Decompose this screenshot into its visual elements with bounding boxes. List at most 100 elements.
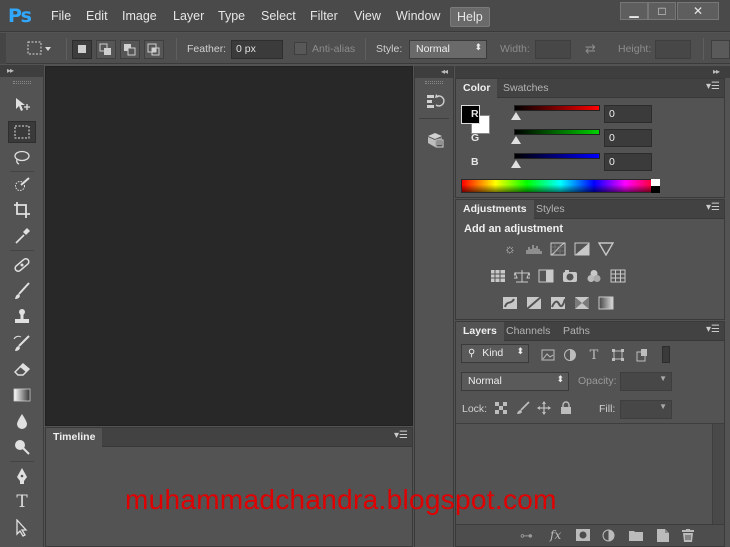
- path-selection-tool[interactable]: [8, 517, 36, 539]
- link-layers-icon[interactable]: ⊶: [520, 528, 533, 544]
- selective-color-icon[interactable]: [574, 295, 590, 310]
- filter-kind-select[interactable]: ⚲ Kind ⬍: [461, 344, 529, 363]
- tab-paths[interactable]: Paths: [556, 322, 597, 341]
- panels-collapse-icon[interactable]: ▸▸: [455, 66, 730, 78]
- eyedropper-tool[interactable]: [8, 225, 36, 247]
- tab-color[interactable]: Color: [456, 79, 498, 98]
- menu-type[interactable]: Type: [218, 9, 245, 23]
- marquee-preset-icon[interactable]: [27, 40, 51, 59]
- dodge-tool[interactable]: [8, 436, 36, 458]
- red-value-field[interactable]: 0: [604, 105, 652, 123]
- filter-adjustment-layers-icon[interactable]: [562, 347, 578, 363]
- eraser-tool[interactable]: [8, 358, 36, 380]
- layers-scrollbar[interactable]: [712, 424, 724, 524]
- new-layer-icon[interactable]: [657, 529, 669, 545]
- menu-layer[interactable]: Layer: [173, 9, 204, 23]
- green-slider-thumb[interactable]: [511, 136, 521, 144]
- style-select[interactable]: Normal ⬍: [409, 40, 487, 59]
- delete-layer-icon[interactable]: [682, 529, 694, 545]
- maximize-button[interactable]: □: [648, 2, 676, 20]
- threshold-icon[interactable]: [550, 295, 566, 310]
- tab-styles[interactable]: Styles: [529, 200, 572, 219]
- minimize-button[interactable]: ▁: [620, 2, 648, 20]
- pen-tool[interactable]: [8, 465, 36, 487]
- lock-transparent-pixels-icon[interactable]: [493, 400, 509, 416]
- green-slider[interactable]: [514, 129, 600, 135]
- close-button[interactable]: ✕: [677, 2, 719, 20]
- filter-shape-layers-icon[interactable]: [610, 347, 626, 363]
- lock-image-pixels-icon[interactable]: [515, 400, 531, 416]
- height-input[interactable]: [655, 40, 691, 59]
- brush-tool[interactable]: [8, 280, 36, 302]
- gradient-tool[interactable]: [8, 384, 36, 406]
- invert-icon[interactable]: [502, 295, 518, 310]
- menu-edit[interactable]: Edit: [86, 9, 108, 23]
- lasso-tool[interactable]: [8, 147, 36, 169]
- black-white-icon[interactable]: [538, 268, 554, 283]
- new-group-icon[interactable]: [629, 529, 643, 544]
- curves-icon[interactable]: [550, 241, 566, 256]
- move-tool[interactable]: [8, 94, 36, 116]
- red-slider[interactable]: [514, 105, 600, 111]
- menu-window[interactable]: Window: [396, 9, 440, 23]
- hue-saturation-icon[interactable]: [490, 268, 506, 283]
- dropdown-arrow-icon[interactable]: ▼: [659, 402, 667, 411]
- history-brush-tool[interactable]: [8, 332, 36, 354]
- tab-layers[interactable]: Layers: [456, 322, 504, 341]
- new-adjustment-layer-icon[interactable]: [602, 529, 615, 545]
- blur-tool[interactable]: [8, 410, 36, 432]
- posterize-icon[interactable]: [526, 295, 542, 310]
- color-lookup-icon[interactable]: [610, 268, 626, 283]
- filter-smart-objects-icon[interactable]: [634, 347, 650, 363]
- exposure-icon[interactable]: [574, 241, 590, 256]
- clone-stamp-tool[interactable]: [8, 306, 36, 328]
- photo-filter-icon[interactable]: [562, 268, 578, 283]
- swap-dimensions-icon[interactable]: ⇄: [585, 41, 596, 57]
- add-mask-icon[interactable]: [576, 529, 590, 544]
- panel-menu-icon[interactable]: ▾☰: [394, 430, 408, 441]
- gradient-map-icon[interactable]: [598, 295, 614, 310]
- red-slider-thumb[interactable]: [511, 112, 521, 120]
- tab-adjustments[interactable]: Adjustments: [456, 200, 534, 219]
- panel-menu-icon[interactable]: ▾☰: [706, 81, 720, 92]
- toolbox-collapse-icon[interactable]: ▸▸: [0, 65, 44, 77]
- history-icon[interactable]: [421, 89, 449, 113]
- subtract-from-selection-icon[interactable]: [120, 40, 140, 59]
- color-spectrum-ramp[interactable]: [461, 179, 660, 193]
- document-canvas[interactable]: [45, 66, 413, 426]
- refine-edge-button[interactable]: [711, 40, 730, 59]
- antialias-checkbox[interactable]: [294, 42, 307, 55]
- dock-collapse-icon[interactable]: ◂◂: [415, 66, 453, 78]
- intersect-selection-icon[interactable]: [144, 40, 164, 59]
- options-bar-grip[interactable]: [0, 33, 6, 64]
- dropdown-arrow-icon[interactable]: ▼: [659, 374, 667, 383]
- menu-filter[interactable]: Filter: [310, 9, 338, 23]
- filter-toggle-switch[interactable]: [662, 346, 670, 363]
- menu-select[interactable]: Select: [261, 9, 296, 23]
- fill-input[interactable]: ▼: [620, 400, 672, 419]
- dock-grip[interactable]: [425, 81, 443, 84]
- vibrance-icon[interactable]: [598, 241, 614, 256]
- panel-menu-icon[interactable]: ▾☰: [706, 324, 720, 335]
- quick-selection-tool[interactable]: [8, 174, 36, 196]
- green-value-field[interactable]: 0: [604, 129, 652, 147]
- blend-mode-select[interactable]: Normal ⬍: [461, 372, 569, 391]
- menu-view[interactable]: View: [354, 9, 381, 23]
- channel-mixer-icon[interactable]: [586, 268, 602, 283]
- opacity-input[interactable]: ▼: [620, 372, 672, 391]
- tab-timeline[interactable]: Timeline: [46, 428, 103, 447]
- feather-input[interactable]: 0 px: [231, 40, 283, 59]
- menu-file[interactable]: File: [51, 9, 71, 23]
- tab-channels[interactable]: Channels: [499, 322, 557, 341]
- lock-all-icon[interactable]: [558, 400, 574, 416]
- width-input[interactable]: [535, 40, 571, 59]
- filter-pixel-layers-icon[interactable]: [540, 347, 556, 363]
- brightness-contrast-icon[interactable]: ☼: [502, 241, 518, 256]
- layer-style-icon[interactable]: fx: [550, 528, 561, 542]
- crop-tool[interactable]: [8, 199, 36, 221]
- new-selection-icon[interactable]: [72, 40, 92, 59]
- lock-position-icon[interactable]: [536, 400, 552, 416]
- type-tool[interactable]: T: [8, 491, 36, 513]
- blue-value-field[interactable]: 0: [604, 153, 652, 171]
- healing-brush-tool[interactable]: [8, 254, 36, 276]
